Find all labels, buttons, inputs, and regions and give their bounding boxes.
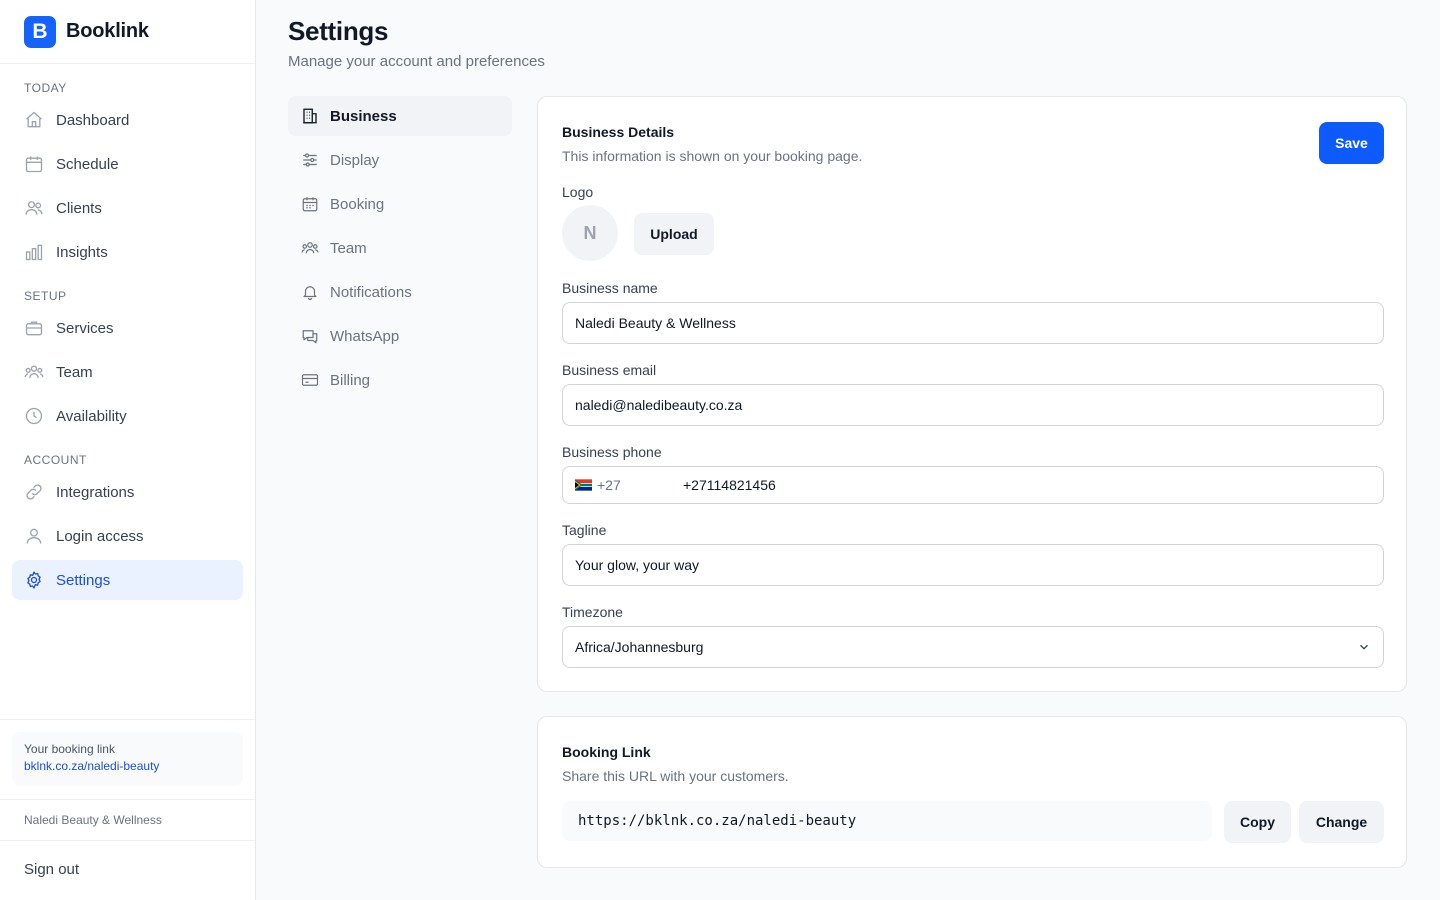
booking-url-field[interactable]: https://bklnk.co.za/naledi-beauty [562,801,1212,841]
sidebar-item-settings[interactable]: Settings [12,560,243,600]
sidebar-item-availability[interactable]: Availability [12,396,243,436]
sidebar-item-schedule[interactable]: Schedule [12,144,243,184]
sidebar-item-login-access[interactable]: Login access [12,516,243,556]
building-icon [301,107,319,125]
tagline-label: Tagline [562,522,607,538]
card-description: Share this URL with your customers. [562,768,789,784]
team-icon [24,362,44,382]
sidebar-item-label: Schedule [56,155,119,173]
clock-icon [24,406,44,426]
chat-icon [301,327,319,345]
settings-tab-whatsapp[interactable]: WhatsApp [288,316,512,356]
settings-tab-notifications[interactable]: Notifications [288,272,512,312]
credit-card-icon [301,371,319,389]
phone-number-input[interactable]: +27114821456 [683,477,776,493]
card-description: This information is shown on your bookin… [562,148,863,164]
sliders-icon [301,151,319,169]
business-phone-field: +27 +27114821456 [562,466,1384,504]
timezone-select[interactable]: Africa/Johannesburg [562,626,1384,668]
settings-tab-team[interactable]: Team [288,228,512,268]
sidebar-item-team[interactable]: Team [12,352,243,392]
sidebar-item-label: Team [56,363,93,381]
gear-icon [24,570,44,590]
sidebar-item-clients[interactable]: Clients [12,188,243,228]
sidebar-item-label: Integrations [56,483,135,501]
link-icon [24,482,44,502]
country-code-select[interactable]: +27 [575,477,683,493]
sidebar-footer: Your booking link bklnk.co.za/naledi-bea… [0,719,255,878]
business-name-input[interactable]: Naledi Beauty & Wellness [562,302,1384,344]
sidebar-item-label: Insights [56,243,108,261]
change-button[interactable]: Change [1299,801,1384,843]
south-africa-flag-icon [575,479,592,491]
copy-button[interactable]: Copy [1224,801,1291,843]
sidebar-item-integrations[interactable]: Integrations [12,472,243,512]
brand-name: Booklink [66,20,149,42]
settings-tab-billing[interactable]: Billing [288,360,512,400]
settings-tab-label: Team [330,239,367,257]
nav-section-today: TODAY [24,81,67,95]
calendar-icon [301,195,319,213]
logo-avatar: N [562,205,618,261]
country-code-value: +27 [597,477,621,493]
timezone-label: Timezone [562,604,623,620]
settings-tab-label: Billing [330,371,371,389]
home-icon [24,110,44,130]
team-icon [301,239,319,257]
nav-section-account: ACCOUNT [24,453,87,467]
sign-out-button[interactable]: Sign out [24,861,79,878]
settings-tab-label: WhatsApp [330,327,400,345]
sidebar-item-services[interactable]: Services [12,308,243,348]
settings-tab-display[interactable]: Display [288,140,512,180]
briefcase-icon [24,318,44,338]
business-details-card: Business Details This information is sho… [537,96,1407,692]
nav-section-setup: SETUP [24,289,67,303]
booking-link-label: Your booking link [24,742,115,756]
bar-chart-icon [24,242,44,262]
sidebar-item-label: Services [56,319,114,337]
business-phone-label: Business phone [562,444,662,460]
brand[interactable]: B Booklink [0,0,255,64]
sidebar-item-label: Dashboard [56,111,130,129]
save-button[interactable]: Save [1319,122,1384,164]
booking-link-box: Your booking link bklnk.co.za/naledi-bea… [12,732,243,786]
settings-tab-label: Business [330,107,397,125]
booking-link-card: Booking Link Share this URL with your cu… [537,716,1407,868]
business-name-label: Business name [562,280,658,296]
tagline-input[interactable]: Your glow, your way [562,544,1384,586]
settings-tab-booking[interactable]: Booking [288,184,512,224]
timezone-value: Africa/Johannesburg [575,639,704,655]
sidebar-item-label: Settings [56,571,111,589]
settings-tab-business[interactable]: Business [288,96,512,136]
sidebar-item-insights[interactable]: Insights [12,232,243,272]
user-icon [24,526,44,546]
settings-tab-label: Booking [330,195,385,213]
sidebar: B Booklink TODAY Dashboard Schedule Clie… [0,0,256,900]
page-title: Settings [288,16,389,46]
business-name-footer: Naledi Beauty & Wellness [0,799,255,841]
business-email-input[interactable]: naledi@naledibeauty.co.za [562,384,1384,426]
booking-link-url[interactable]: bklnk.co.za/naledi-beauty [24,759,231,773]
business-email-label: Business email [562,362,657,378]
brand-logo: B [24,15,56,48]
card-title: Booking Link [562,744,651,760]
settings-tab-label: Notifications [330,283,412,301]
page-subtitle: Manage your account and preferences [288,53,545,70]
settings-tab-label: Display [330,151,380,169]
sidebar-item-dashboard[interactable]: Dashboard [12,100,243,140]
bell-icon [301,283,319,301]
sidebar-item-label: Login access [56,527,144,545]
card-title: Business Details [562,124,675,140]
logo-label: Logo [562,184,594,200]
calendar-icon [24,154,44,174]
sidebar-item-label: Clients [56,199,102,217]
chevron-down-icon [1360,644,1368,650]
sidebar-item-label: Availability [56,407,127,425]
users-icon [24,198,44,218]
upload-button[interactable]: Upload [634,213,714,255]
